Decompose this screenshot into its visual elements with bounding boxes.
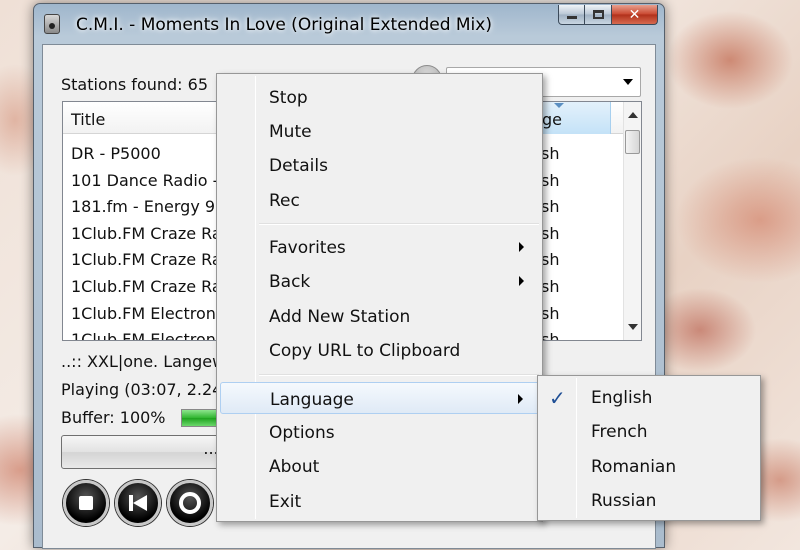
maximize-button[interactable] bbox=[585, 5, 612, 25]
context-menu: Stop Mute Details Rec Favorites Back Add… bbox=[216, 73, 543, 522]
playing-status-text: Playing (03:07, 2.24 bbox=[61, 380, 223, 399]
menu-item-back[interactable]: Back bbox=[220, 265, 541, 297]
row-language: sh bbox=[541, 250, 560, 270]
title-bar[interactable]: C.M.I. - Moments In Love (Original Exten… bbox=[34, 4, 664, 44]
caption-buttons: ✕ bbox=[558, 5, 658, 25]
language-item-label: Russian bbox=[591, 491, 657, 511]
row-title: 181.fm - Energy 98 bbox=[71, 197, 226, 217]
list-scrollbar[interactable] bbox=[623, 102, 641, 340]
close-button[interactable]: ✕ bbox=[612, 5, 658, 25]
row-title: 1Club.FM Craze Ra bbox=[71, 223, 222, 243]
menu-item-label: Details bbox=[269, 156, 328, 176]
now-playing-text: ..:: XXL|one. Langew bbox=[61, 352, 226, 371]
language-submenu: ✓ English French Romanian Russian bbox=[537, 375, 761, 521]
chevron-right-icon bbox=[519, 242, 524, 252]
menu-item-label: Mute bbox=[269, 122, 312, 142]
menu-item-language[interactable]: Language bbox=[220, 382, 541, 414]
row-language: sh bbox=[541, 303, 560, 323]
menu-item-exit[interactable]: Exit bbox=[220, 485, 541, 517]
language-item-romanian[interactable]: Romanian bbox=[541, 450, 759, 482]
minimize-button[interactable] bbox=[558, 5, 585, 25]
previous-button[interactable] bbox=[115, 480, 161, 526]
row-language: sh bbox=[541, 223, 560, 243]
maximize-icon bbox=[592, 10, 604, 19]
sort-arrow-icon bbox=[554, 103, 564, 108]
row-language: sh bbox=[541, 170, 560, 190]
close-icon: ✕ bbox=[628, 6, 641, 23]
menu-item-label: Rec bbox=[269, 191, 300, 211]
menu-item-label: Stop bbox=[269, 88, 308, 108]
row-language: sh bbox=[541, 197, 560, 217]
menu-item-label: Copy URL to Clipboard bbox=[269, 341, 461, 361]
menu-item-rec[interactable]: Rec bbox=[220, 184, 541, 216]
record-button[interactable] bbox=[167, 480, 213, 526]
menu-item-add-new-station[interactable]: Add New Station bbox=[220, 300, 541, 332]
row-language: sh bbox=[541, 330, 560, 341]
check-icon: ✓ bbox=[549, 386, 566, 410]
row-title: 1Club.FM Craze Ra bbox=[71, 250, 222, 270]
row-title: 1Club.FM Electronic bbox=[71, 330, 230, 341]
menu-item-favorites[interactable]: Favorites bbox=[220, 231, 541, 263]
menu-item-label: Favorites bbox=[269, 238, 346, 258]
stop-button[interactable] bbox=[63, 480, 109, 526]
language-item-label: French bbox=[591, 422, 648, 442]
minimize-icon bbox=[566, 16, 577, 19]
language-item-russian[interactable]: Russian bbox=[541, 484, 759, 516]
menu-item-label: Add New Station bbox=[269, 307, 411, 327]
menu-item-label: Options bbox=[269, 423, 335, 443]
stop-icon bbox=[79, 496, 93, 510]
menu-item-about[interactable]: About bbox=[220, 450, 541, 482]
menu-item-options[interactable]: Options bbox=[220, 416, 541, 448]
speaker-icon[interactable] bbox=[44, 14, 60, 34]
previous-icon-arrow bbox=[133, 495, 147, 511]
menu-item-stop[interactable]: Stop bbox=[220, 81, 541, 113]
menu-item-details[interactable]: Details bbox=[220, 149, 541, 181]
menu-item-copy-url[interactable]: Copy URL to Clipboard bbox=[220, 334, 541, 366]
menu-item-label: About bbox=[269, 457, 320, 477]
language-item-french[interactable]: French bbox=[541, 415, 759, 447]
menu-item-label: Language bbox=[270, 390, 354, 410]
scroll-thumb[interactable] bbox=[625, 130, 640, 154]
menu-item-label: Back bbox=[269, 272, 311, 292]
scroll-down-icon[interactable] bbox=[628, 324, 638, 330]
menu-item-label: Exit bbox=[269, 492, 302, 512]
chevron-right-icon bbox=[519, 276, 524, 286]
language-item-label: English bbox=[591, 388, 653, 408]
language-item-english[interactable]: ✓ English bbox=[541, 381, 759, 413]
buffer-label: Buffer: 100% bbox=[61, 408, 166, 427]
record-icon bbox=[179, 492, 201, 514]
stations-found-label: Stations found: 65 bbox=[61, 75, 208, 94]
language-item-label: Romanian bbox=[591, 457, 677, 477]
row-language: sh bbox=[541, 276, 560, 296]
row-language: sh bbox=[541, 144, 560, 163]
chevron-down-icon[interactable] bbox=[623, 79, 633, 85]
row-title: 1Club.FM Craze Ra bbox=[71, 276, 222, 296]
row-title: DR - P5000 bbox=[71, 144, 161, 163]
menu-separator bbox=[259, 223, 539, 225]
menu-separator bbox=[259, 374, 539, 376]
row-title: 1Club.FM Electronic bbox=[71, 303, 230, 323]
chevron-right-icon bbox=[518, 394, 523, 404]
row-title: 101 Dance Radio - bbox=[71, 170, 219, 190]
scroll-up-icon[interactable] bbox=[628, 112, 638, 118]
window-title: C.M.I. - Moments In Love (Original Exten… bbox=[76, 15, 492, 35]
menu-item-mute[interactable]: Mute bbox=[220, 115, 541, 147]
column-header-title[interactable]: Title bbox=[71, 110, 105, 129]
